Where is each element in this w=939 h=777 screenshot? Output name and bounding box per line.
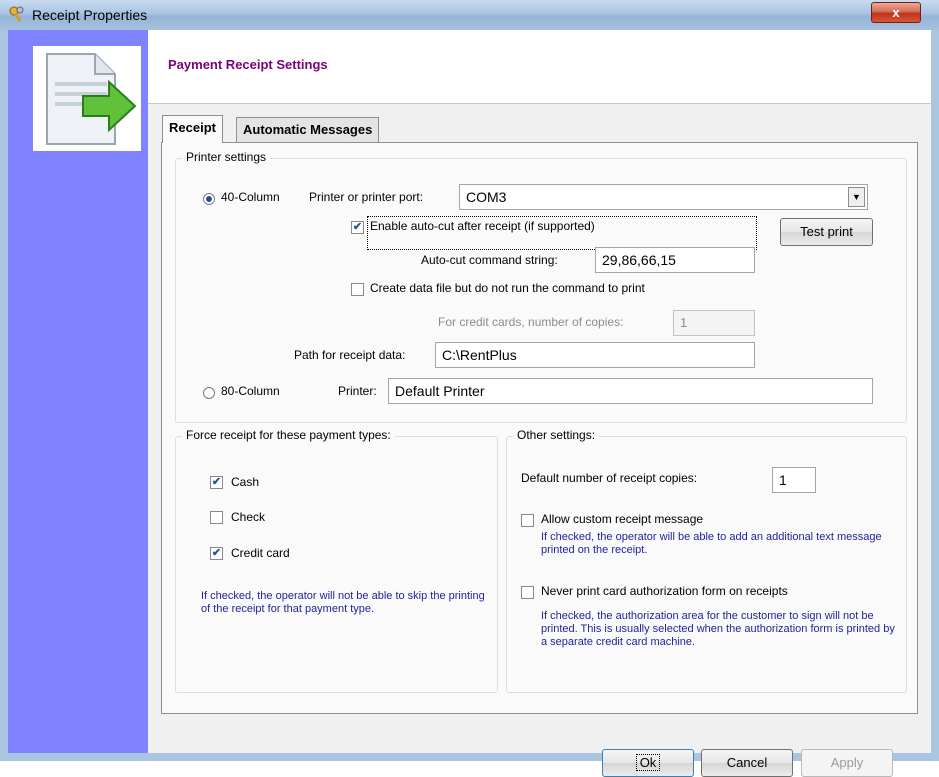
test-print-button[interactable]: Test print xyxy=(780,218,873,246)
receipt-path-label: Path for receipt data: xyxy=(294,348,406,362)
autocut-cmd-input[interactable]: 29,86,66,15 xyxy=(595,247,755,273)
receipt-copies-label: Default number of receipt copies: xyxy=(521,471,698,485)
printer80-input[interactable]: Default Printer xyxy=(388,378,873,404)
window-title: Receipt Properties xyxy=(32,7,148,23)
tab-automatic-messages[interactable]: Automatic Messages xyxy=(236,117,380,143)
check-icon: ✔ xyxy=(352,221,363,233)
cc-copies-label: For credit cards, number of copies: xyxy=(438,315,624,329)
keys-icon xyxy=(9,6,24,22)
chevron-down-icon[interactable]: ▼ xyxy=(848,187,865,207)
header: Payment Receipt Settings xyxy=(148,30,931,104)
close-icon: x xyxy=(892,5,900,20)
dialog-body: Receipt Automatic Messages Printer setti… xyxy=(148,104,931,777)
dialog-client: Payment Receipt Settings Receipt Automat… xyxy=(8,30,931,777)
check-icon: ✔ xyxy=(211,476,222,488)
side-panel xyxy=(8,30,148,753)
autocut-label[interactable]: Enable auto-cut after receipt (if suppor… xyxy=(370,219,595,233)
label-80-column[interactable]: 80-Column xyxy=(221,384,280,398)
cancel-button[interactable]: Cancel xyxy=(701,749,793,777)
receipt-path-input[interactable]: C:\RentPlus xyxy=(435,342,755,368)
custom-message-label[interactable]: Allow custom receipt message xyxy=(541,512,703,526)
printer-port-value: COM3 xyxy=(466,189,507,205)
force-receipt-legend: Force receipt for these payment types: xyxy=(182,428,395,442)
printer80-label: Printer: xyxy=(338,384,377,398)
custom-message-help: If checked, the operator will be able to… xyxy=(541,531,882,556)
datafile-label[interactable]: Create data file but do not run the comm… xyxy=(370,281,645,295)
frame-left xyxy=(0,30,8,761)
printer-port-label: Printer or printer port: xyxy=(309,190,424,204)
check-label[interactable]: Check xyxy=(231,510,265,524)
never-print-label[interactable]: Never print card authorization form on r… xyxy=(541,584,788,598)
receipt-properties-window: Receipt Properties x Payment Receipt Set… xyxy=(0,0,939,777)
custom-message-checkbox[interactable] xyxy=(521,514,534,527)
apply-button: Apply xyxy=(801,749,893,777)
tab-receipt[interactable]: Receipt xyxy=(162,115,223,143)
force-receipt-group: Force receipt for these payment types: ✔… xyxy=(175,428,498,693)
check-icon: ✔ xyxy=(211,547,222,559)
ok-button[interactable]: Ok xyxy=(602,749,694,777)
close-button[interactable]: x xyxy=(871,2,921,23)
datafile-checkbox[interactable] xyxy=(351,283,364,296)
printer-port-select[interactable]: COM3 ▼ xyxy=(459,184,868,210)
radio-80-column[interactable] xyxy=(203,387,215,399)
page-title: Payment Receipt Settings xyxy=(168,57,328,72)
frame-bottom xyxy=(0,753,939,761)
title-bar[interactable]: Receipt Properties x xyxy=(0,0,939,30)
cash-checkbox[interactable]: ✔ xyxy=(210,476,223,489)
autocut-checkbox[interactable]: ✔ xyxy=(351,221,364,234)
cash-label[interactable]: Cash xyxy=(231,475,259,489)
never-print-help: If checked, the authorization area for t… xyxy=(541,610,895,648)
frame-right xyxy=(931,30,939,761)
other-settings-group: Other settings: Default number of receip… xyxy=(506,428,907,693)
force-receipt-help: If checked, the operator will not be abl… xyxy=(201,590,485,615)
check-checkbox[interactable] xyxy=(210,511,223,524)
printer-settings-legend: Printer settings xyxy=(182,150,271,164)
never-print-checkbox[interactable] xyxy=(521,586,534,599)
tab-panel-receipt: Printer settings 40-Column Printer or pr… xyxy=(161,142,918,714)
document-arrow-icon xyxy=(33,46,141,151)
other-settings-legend: Other settings: xyxy=(513,428,600,442)
autocut-cmd-label: Auto-cut command string: xyxy=(421,253,558,267)
credit-card-label[interactable]: Credit card xyxy=(231,546,290,560)
label-40-column[interactable]: 40-Column xyxy=(221,190,280,204)
credit-card-checkbox[interactable]: ✔ xyxy=(210,547,223,560)
radio-40-column[interactable] xyxy=(203,193,215,205)
cc-copies-input: 1 xyxy=(673,310,755,336)
receipt-copies-input[interactable]: 1 xyxy=(772,467,816,493)
printer-settings-group: Printer settings 40-Column Printer or pr… xyxy=(175,150,907,423)
